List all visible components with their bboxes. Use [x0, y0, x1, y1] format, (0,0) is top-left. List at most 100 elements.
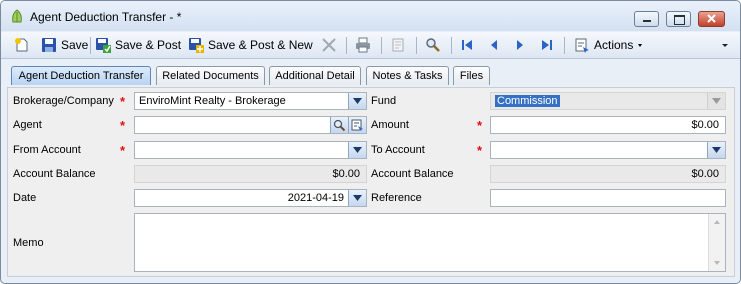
save-post-icon — [96, 38, 111, 53]
actions-label: Actions — [594, 38, 634, 52]
save-button[interactable]: Save — [41, 35, 88, 55]
app-window: Agent Deduction Transfer - * Save Save &… — [0, 0, 741, 284]
next-record-icon — [517, 40, 523, 50]
tab-label: Agent Deduction Transfer — [18, 70, 144, 82]
open-record-icon — [351, 119, 363, 131]
tab-related-documents[interactable]: Related Documents — [156, 66, 265, 85]
to-account-balance-field: $0.00 — [490, 165, 726, 183]
chevron-down-icon — [353, 195, 362, 201]
fund-value: Commission — [495, 95, 560, 107]
close-button[interactable] — [698, 11, 725, 27]
reference-input[interactable] — [490, 189, 726, 207]
maximize-icon — [674, 15, 685, 25]
from-account-balance-label: Account Balance — [13, 168, 96, 180]
toolbar-separator — [346, 37, 347, 54]
to-account-select[interactable] — [490, 141, 726, 159]
brokerage-value: EnviroMint Realty - Brokerage — [139, 95, 286, 107]
from-account-select[interactable] — [134, 141, 367, 159]
tab-label: Additional Detail — [275, 70, 355, 82]
search-icon — [333, 119, 346, 132]
to-account-label: To Account — [371, 144, 425, 156]
close-icon — [707, 14, 716, 23]
print-button[interactable] — [355, 35, 371, 55]
toolbar-separator — [90, 37, 91, 54]
toolbar-separator — [381, 37, 382, 54]
window-title: Agent Deduction Transfer - * — [30, 10, 182, 24]
first-record-button[interactable] — [460, 35, 474, 55]
toolbar: Save Save & Post Save & Post & New Actio… — [1, 32, 740, 59]
save-icon — [42, 38, 56, 52]
save-post-new-label: Save & Post & New — [208, 38, 313, 52]
reference-label: Reference — [371, 192, 422, 204]
minimize-icon — [643, 20, 651, 22]
fund-select[interactable]: Commission — [490, 92, 726, 110]
chevron-down-icon — [638, 44, 643, 47]
scroll-down-icon — [714, 261, 720, 265]
new-button[interactable] — [14, 35, 30, 55]
memo-scrollbar[interactable] — [708, 214, 725, 271]
last-record-icon — [542, 40, 552, 50]
save-post-button[interactable]: Save & Post — [95, 35, 181, 55]
required-marker: * — [477, 118, 483, 133]
toolbar-separator — [451, 37, 452, 54]
required-marker: * — [120, 118, 126, 133]
amount-value: $0.00 — [691, 119, 719, 131]
last-record-button[interactable] — [540, 35, 554, 55]
report-icon — [392, 38, 404, 52]
actions-icon — [575, 38, 589, 53]
amount-input[interactable]: $0.00 — [490, 116, 726, 134]
delete-button[interactable] — [321, 35, 337, 55]
printer-icon — [356, 37, 370, 53]
actions-menu-button[interactable]: Actions — [574, 35, 647, 55]
delete-icon — [322, 38, 336, 52]
date-input[interactable]: 2021-04-19 — [134, 189, 367, 207]
overflow-chevron-icon — [722, 44, 728, 47]
chevron-down-icon — [353, 147, 362, 153]
tab-agent-deduction-transfer[interactable]: Agent Deduction Transfer — [11, 66, 151, 85]
agent-label: Agent — [13, 119, 42, 131]
save-post-new-icon — [189, 38, 204, 53]
scroll-up-icon — [714, 220, 720, 224]
from-account-balance-value: $0.00 — [332, 168, 360, 180]
to-account-balance-label: Account Balance — [371, 168, 454, 180]
tab-strip: Agent Deduction Transfer Related Documen… — [1, 59, 740, 87]
toolbar-separator — [564, 37, 565, 54]
find-button[interactable] — [425, 35, 441, 55]
brokerage-label: Brokerage/Company — [13, 95, 114, 107]
brokerage-dropdown-button[interactable] — [348, 93, 366, 109]
agent-input[interactable] — [134, 116, 367, 134]
brokerage-select[interactable]: EnviroMint Realty - Brokerage — [134, 92, 367, 110]
tab-label: Files — [459, 70, 484, 82]
minimize-button[interactable] — [634, 11, 659, 27]
tab-files[interactable]: Files — [453, 66, 490, 85]
to-account-dropdown-button[interactable] — [707, 142, 725, 158]
save-post-new-button[interactable]: Save & Post & New — [188, 35, 313, 55]
agent-open-button[interactable] — [348, 117, 366, 133]
date-label: Date — [13, 192, 37, 204]
report-button[interactable] — [390, 35, 406, 55]
app-logo-icon — [12, 9, 22, 23]
save-label: Save — [61, 38, 89, 52]
amount-label: Amount — [371, 119, 409, 131]
from-account-dropdown-button[interactable] — [348, 142, 366, 158]
to-account-balance-value: $0.00 — [691, 168, 719, 180]
toolbar-overflow-button[interactable] — [719, 35, 731, 55]
tab-notes-tasks[interactable]: Notes & Tasks — [366, 66, 449, 85]
first-record-icon — [462, 40, 472, 50]
fund-dropdown-button[interactable] — [707, 93, 725, 109]
memo-label: Memo — [13, 237, 44, 249]
from-account-label: From Account — [13, 144, 81, 156]
previous-record-button[interactable] — [488, 35, 500, 55]
memo-textarea[interactable] — [134, 213, 726, 272]
fund-label: Fund — [371, 95, 397, 107]
from-account-balance-field: $0.00 — [134, 165, 367, 183]
agent-lookup-button[interactable] — [330, 117, 348, 133]
maximize-button[interactable] — [666, 11, 691, 27]
toolbar-separator — [416, 37, 417, 54]
next-record-button[interactable] — [514, 35, 526, 55]
tab-additional-detail[interactable]: Additional Detail — [269, 66, 361, 85]
required-marker: * — [120, 143, 126, 158]
tab-label: Notes & Tasks — [372, 70, 443, 82]
date-picker-button[interactable] — [348, 190, 366, 206]
chevron-down-icon — [353, 98, 362, 104]
